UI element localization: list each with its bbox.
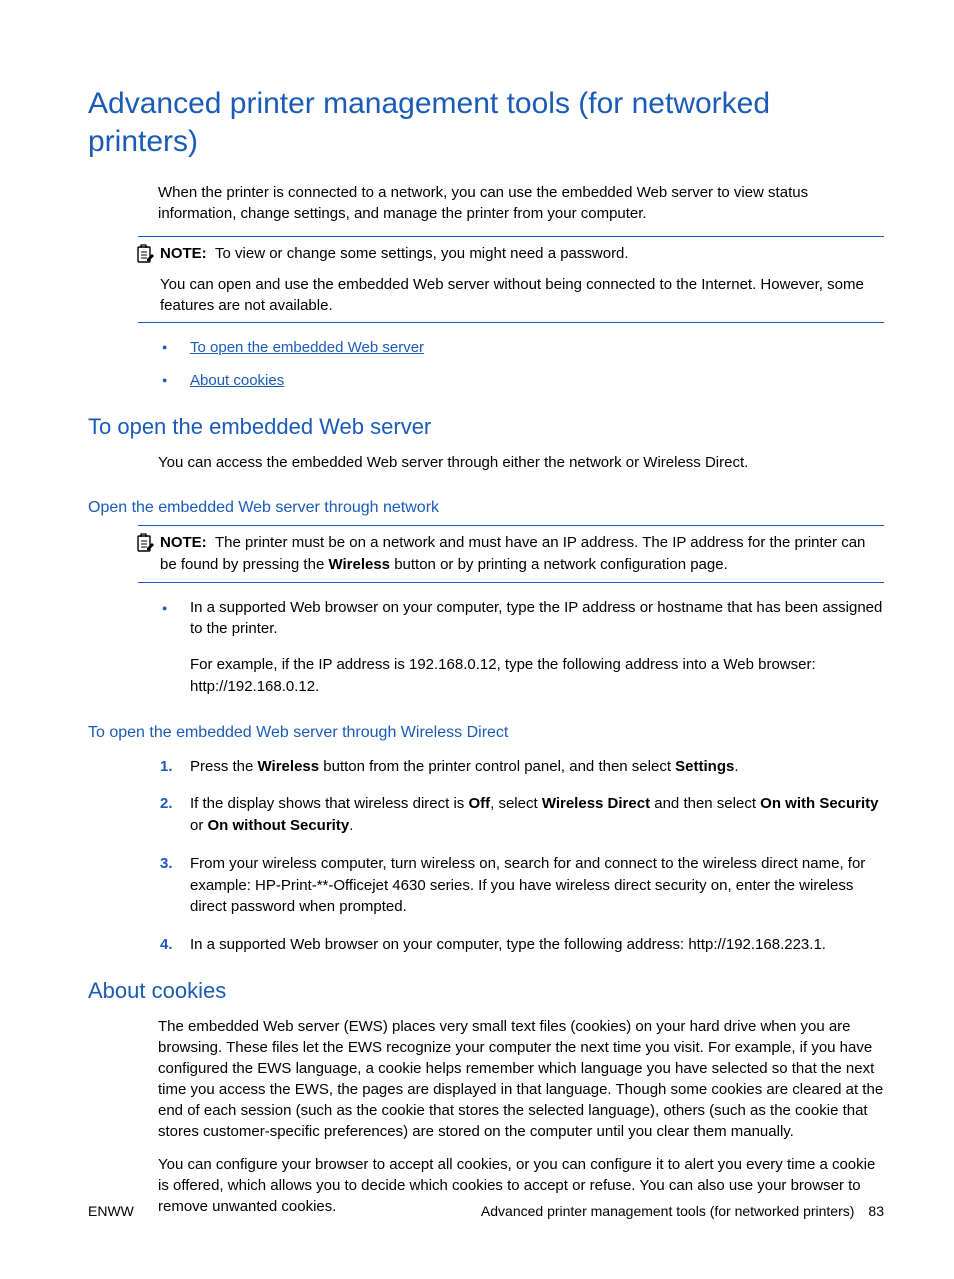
section1-intro: You can access the embedded Web server t…: [158, 452, 884, 473]
link-open-ews[interactable]: To open the embedded Web server: [190, 339, 424, 356]
note-text: To view or change some settings, you mig…: [215, 245, 629, 262]
step-2: If the display shows that wireless direc…: [160, 793, 884, 837]
footer-right: Advanced printer management tools (for n…: [481, 1203, 884, 1219]
note-label: NOTE:: [160, 245, 207, 262]
steps-wireless-direct: Press the Wireless button from the print…: [160, 756, 884, 956]
subsection-heading-wireless: To open the embedded Web server through …: [88, 724, 884, 742]
bullet-main: In a supported Web browser on your compu…: [190, 599, 882, 638]
note-content: NOTE: To view or change some settings, y…: [160, 243, 884, 316]
footer-title: Advanced printer management tools (for n…: [481, 1203, 855, 1219]
link-item: To open the embedded Web server: [160, 337, 884, 360]
note-box-2: NOTE: The printer must be on a network a…: [138, 525, 884, 583]
footer-left: ENWW: [88, 1203, 134, 1219]
document-page: Advanced printer management tools (for n…: [0, 0, 954, 1279]
note-label: NOTE:: [160, 534, 207, 551]
link-about-cookies[interactable]: About cookies: [190, 372, 284, 389]
section-heading-open-ews: To open the embedded Web server: [88, 414, 884, 440]
intro-text: When the printer is connected to a netwo…: [158, 182, 884, 224]
cookies-p1: The embedded Web server (EWS) places ver…: [158, 1016, 884, 1142]
bullet-item: In a supported Web browser on your compu…: [160, 597, 884, 698]
link-item: About cookies: [160, 370, 884, 393]
step-3: From your wireless computer, turn wirele…: [160, 853, 884, 918]
section1-intro-text: You can access the embedded Web server t…: [158, 452, 884, 473]
footer: ENWW Advanced printer management tools (…: [88, 1203, 884, 1219]
section2-body: The embedded Web server (EWS) places ver…: [158, 1016, 884, 1217]
subsection-heading-network: Open the embedded Web server through net…: [88, 499, 884, 517]
intro-block: When the printer is connected to a netwo…: [158, 182, 884, 224]
note-after: You can open and use the embedded Web se…: [160, 274, 884, 316]
bullet-list-network: In a supported Web browser on your compu…: [160, 597, 884, 698]
note-icon: [136, 533, 154, 553]
section-heading-cookies: About cookies: [88, 978, 884, 1004]
step-4: In a supported Web browser on your compu…: [160, 934, 884, 956]
page-number: 83: [868, 1203, 884, 1219]
note-post: button or by printing a network configur…: [390, 556, 728, 573]
toc-links: To open the embedded Web server About co…: [160, 337, 884, 392]
step-1: Press the Wireless button from the print…: [160, 756, 884, 778]
note-content: NOTE: The printer must be on a network a…: [160, 532, 884, 576]
page-title: Advanced printer management tools (for n…: [88, 85, 884, 160]
note-box-1: NOTE: To view or change some settings, y…: [138, 236, 884, 323]
note-icon: [136, 244, 154, 264]
note-bold: Wireless: [328, 556, 390, 573]
bullet-example: For example, if the IP address is 192.16…: [190, 654, 884, 698]
